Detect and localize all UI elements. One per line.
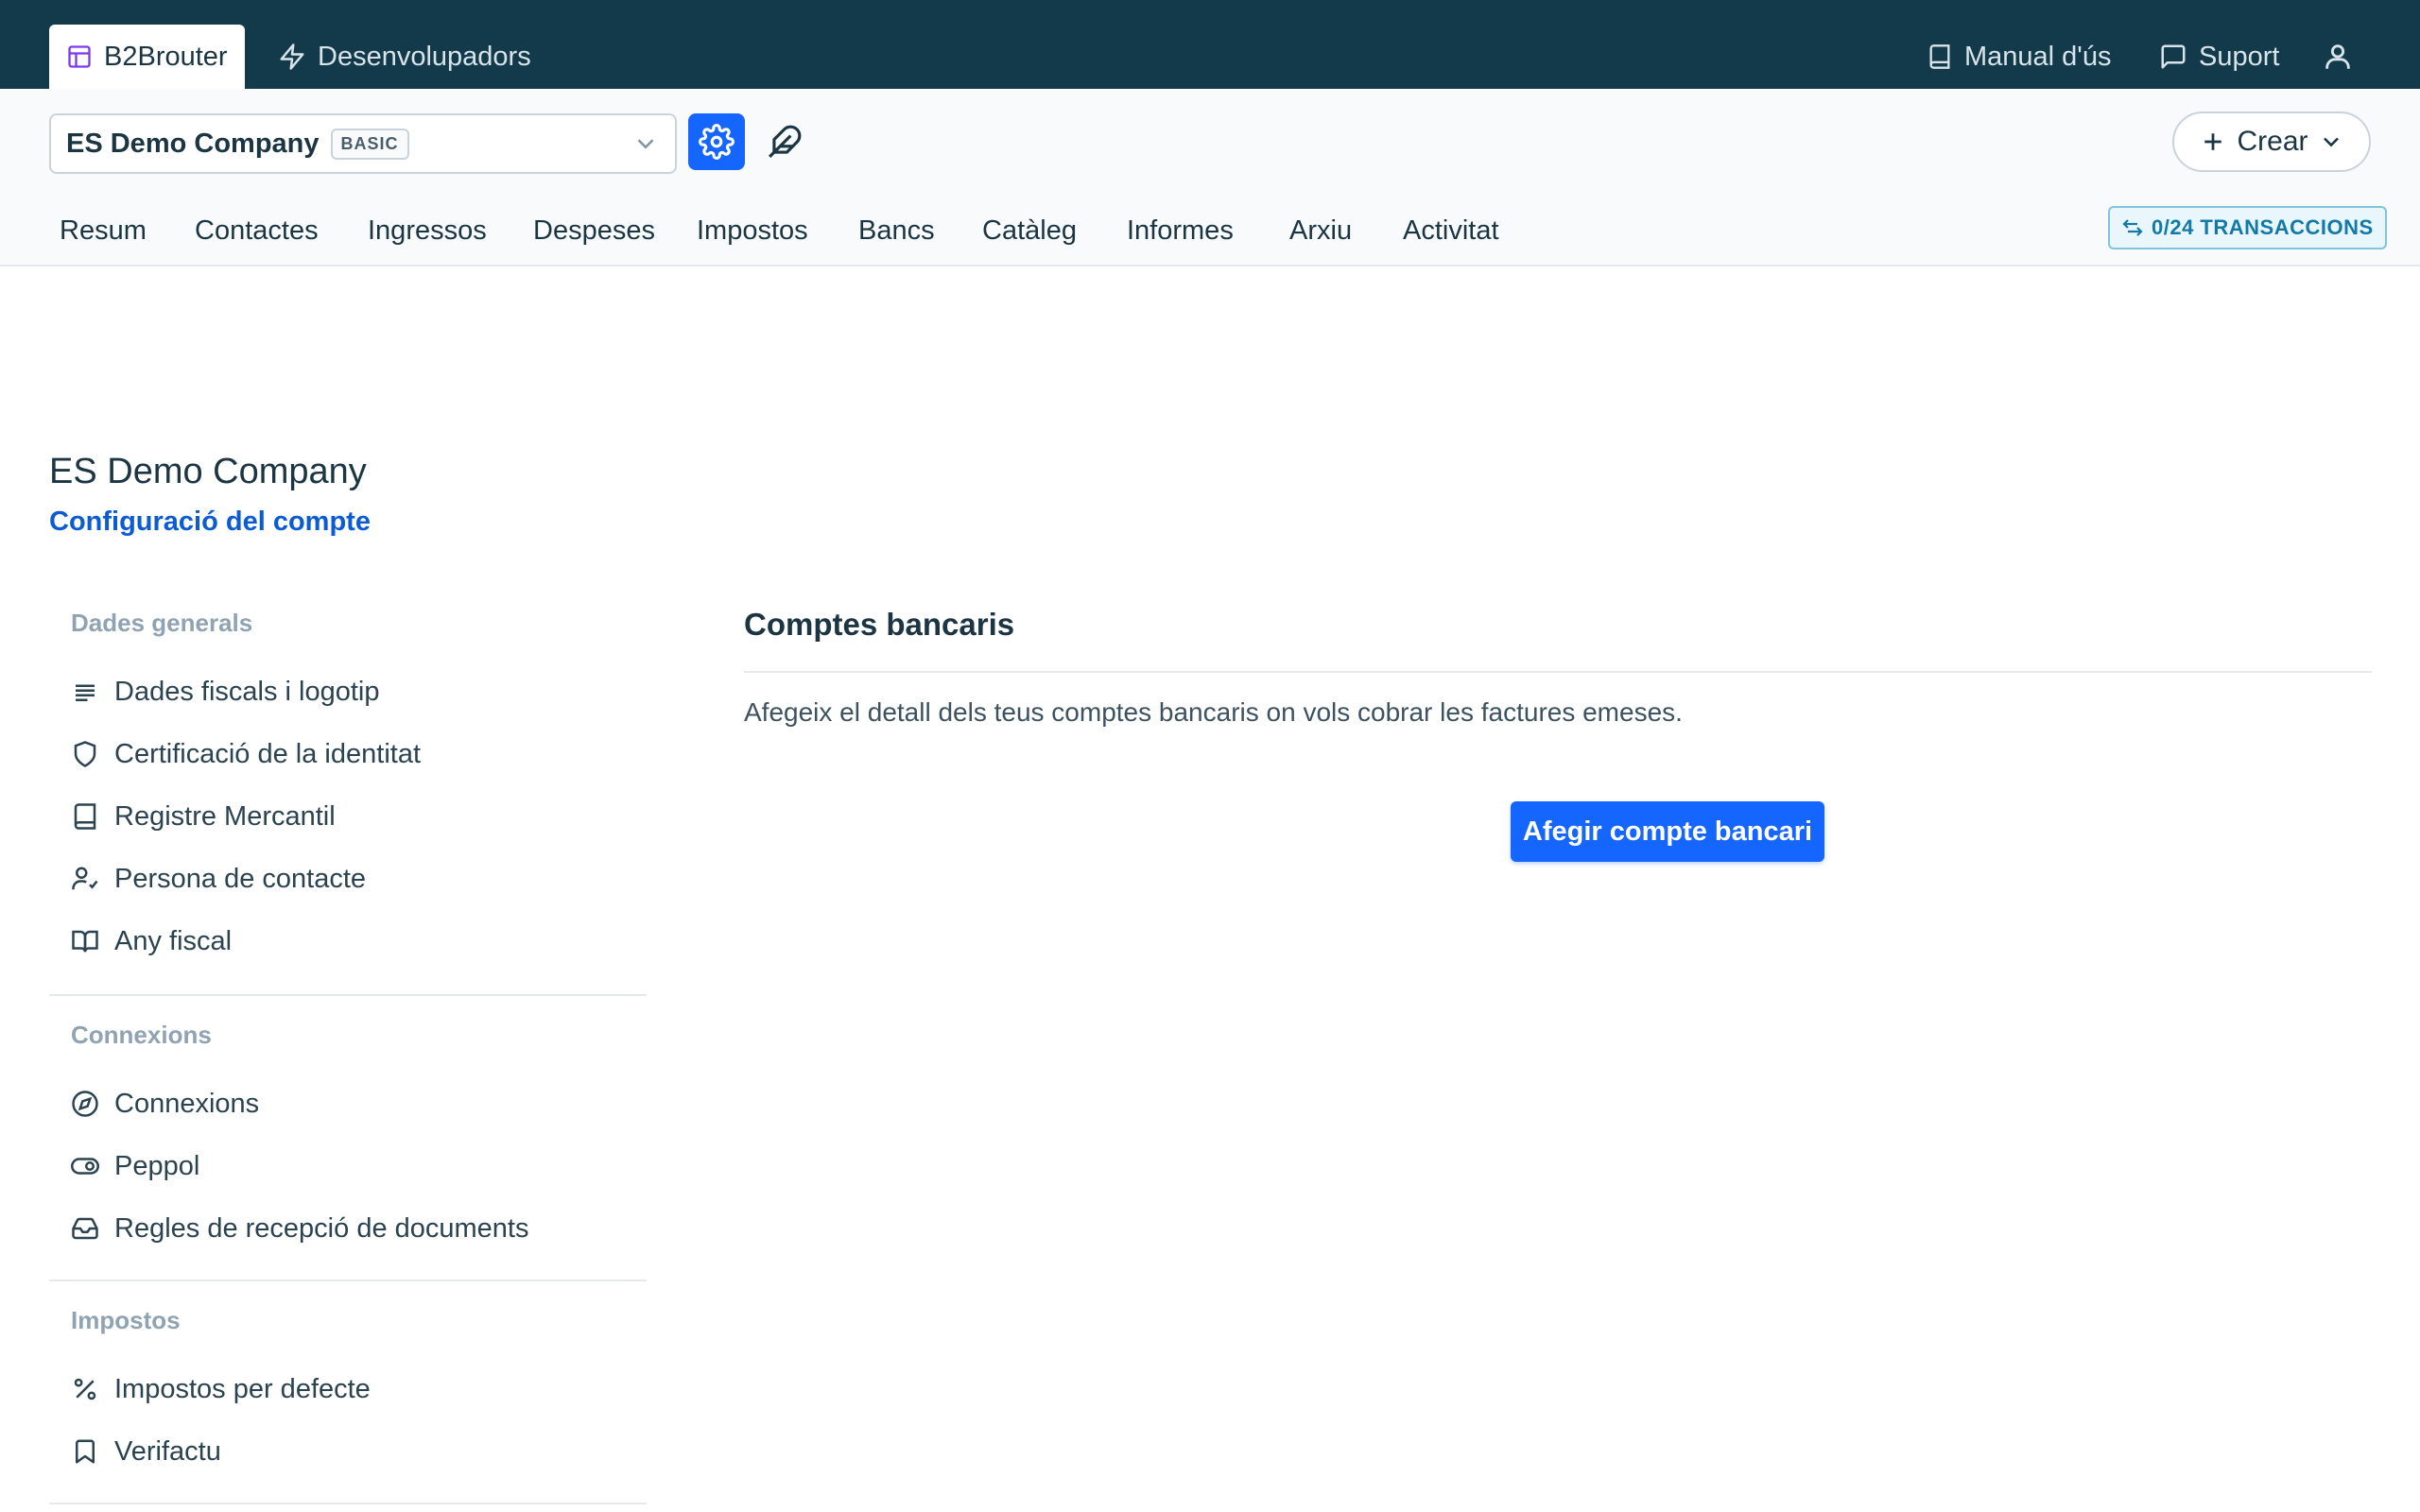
sidebar-item-label: Persona de contacte: [114, 863, 367, 894]
sidebar-item-label: Registre Mercantil: [114, 800, 336, 832]
user-menu-button[interactable]: [2322, 25, 2354, 89]
section-title: Comptes bancaris: [744, 607, 1015, 642]
message-icon: [2159, 43, 2187, 71]
sidebar-divider: [49, 1280, 647, 1281]
nav-ingressos[interactable]: Ingressos: [368, 202, 487, 259]
page-title: ES Demo Company: [49, 452, 367, 491]
plus-icon: [2199, 128, 2227, 156]
transfer-arrows-icon: [2121, 216, 2144, 239]
sidebar-item-label: Verifactu: [114, 1435, 221, 1467]
sidebar-item-regles-recepcio[interactable]: Regles de recepció de documents: [71, 1208, 528, 1249]
text-lines-icon: [71, 678, 99, 706]
sidebar-item-label: Impostos per defecte: [114, 1373, 371, 1404]
nav-resum[interactable]: Resum: [60, 202, 147, 259]
feather-icon: [767, 124, 803, 160]
section-divider: [744, 671, 2372, 673]
sidebar-item-label: Dades fiscals i logotip: [114, 676, 380, 707]
layout-icon: [66, 43, 93, 70]
sidebar-item-label: Any fiscal: [114, 925, 233, 956]
book-icon: [71, 802, 99, 831]
sidebar-item-label: Certificació de la identitat: [114, 738, 421, 769]
tab-desenvolupadors[interactable]: Desenvolupadors: [278, 25, 531, 89]
sidebar-item-dades-fiscals[interactable]: Dades fiscals i logotip: [71, 671, 379, 713]
create-label: Crear: [2237, 126, 2308, 157]
sidebar-item-label: Peppol: [114, 1150, 200, 1181]
tab-b2brouter-label: B2Brouter: [104, 41, 228, 72]
sidebar-heading-connexions: Connexions: [71, 1021, 212, 1049]
sidebar-item-peppol[interactable]: Peppol: [71, 1145, 199, 1187]
user-icon: [2322, 41, 2354, 73]
book-icon: [1927, 43, 1953, 70]
inbox-icon: [71, 1214, 99, 1243]
company-name: ES Demo Company: [66, 128, 320, 159]
sidebar-item-persona-contacte[interactable]: Persona de contacte: [71, 858, 366, 900]
tab-desenvolupadors-label: Desenvolupadors: [318, 41, 531, 72]
toggle-icon: [71, 1152, 99, 1180]
top-bar: B2Brouter Desenvolupadors Manual d'ús Su…: [0, 0, 2420, 89]
nav-arxiu[interactable]: Arxiu: [1289, 202, 1352, 259]
nav-cataleg[interactable]: Catàleg: [982, 202, 1077, 259]
sidebar-heading-dades-generals: Dades generals: [71, 609, 253, 637]
section-description: Afegeix el detall dels teus comptes banc…: [744, 697, 1683, 727]
sidebar-heading-impostos: Impostos: [71, 1306, 181, 1334]
nav-despeses[interactable]: Despeses: [533, 202, 655, 259]
sidebar-divider: [49, 1503, 647, 1504]
sidebar-item-connexions[interactable]: Connexions: [71, 1083, 259, 1125]
transactions-label: 0/24 TRANSACCIONS: [2152, 215, 2374, 239]
percent-icon: [71, 1375, 99, 1403]
nav-contactes[interactable]: Contactes: [195, 202, 319, 259]
tab-b2brouter[interactable]: B2Brouter: [49, 25, 245, 89]
nav-impostos[interactable]: Impostos: [697, 202, 808, 259]
lightning-icon: [278, 43, 306, 71]
plan-badge: BASIC: [330, 128, 409, 160]
create-button[interactable]: Crear: [2172, 112, 2371, 172]
feather-button[interactable]: [762, 119, 807, 164]
transactions-badge[interactable]: 0/24 TRANSACCIONS: [2108, 206, 2387, 249]
sidebar-item-any-fiscal[interactable]: Any fiscal: [71, 920, 232, 962]
nav-informes[interactable]: Informes: [1127, 202, 1234, 259]
page-subtitle: Configuració del compte: [49, 507, 371, 537]
gear-icon: [699, 124, 735, 160]
shield-icon: [71, 740, 99, 768]
nav-bancs[interactable]: Bancs: [858, 202, 935, 259]
sidebar-divider: [49, 994, 647, 996]
user-check-icon: [71, 865, 99, 893]
sidebar-item-impostos-defecte[interactable]: Impostos per defecte: [71, 1368, 371, 1410]
chevron-down-icon: [2318, 129, 2344, 155]
sidebar-item-label: Connexions: [114, 1088, 260, 1119]
support-label: Suport: [2199, 41, 2280, 72]
compass-icon: [71, 1090, 99, 1118]
chevron-down-icon: [631, 129, 660, 158]
sidebar-item-certificacio[interactable]: Certificació de la identitat: [71, 733, 421, 775]
settings-button[interactable]: [688, 113, 745, 170]
manual-link[interactable]: Manual d'ús: [1927, 25, 2111, 89]
sidebar-item-label: Regles de recepció de documents: [114, 1212, 529, 1244]
sidebar-item-verifactu[interactable]: Verifactu: [71, 1431, 221, 1472]
sidebar-item-registre-mercantil[interactable]: Registre Mercantil: [71, 796, 336, 837]
book-open-icon: [71, 927, 99, 955]
company-selector[interactable]: ES Demo Company BASIC: [49, 113, 677, 174]
manual-label: Manual d'ús: [1964, 41, 2112, 72]
add-bank-account-button[interactable]: Afegir compte bancari: [1511, 801, 1824, 862]
bookmark-icon: [71, 1437, 99, 1466]
nav-activitat[interactable]: Activitat: [1403, 202, 1499, 259]
support-link[interactable]: Suport: [2159, 25, 2279, 89]
